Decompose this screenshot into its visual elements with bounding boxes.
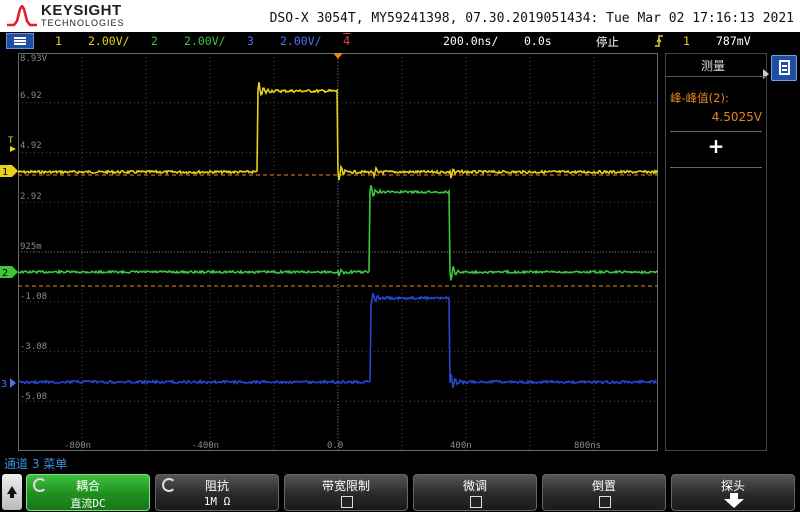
trigger-level-marker[interactable]: T [8,136,14,146]
coupling-label: 耦合 [75,479,100,493]
y-axis-label: 925m [20,242,42,252]
measurement-tab-icon[interactable] [771,55,797,81]
ch2-marker-arrow [12,266,18,278]
title-divider [666,76,766,77]
ch2-scale[interactable]: 2.00V/ [184,34,226,48]
fine-adjust-label: 微调 [462,479,487,493]
title-bar: KEYSIGHT TECHNOLOGIES DSO-X 3054T, MY592… [0,0,800,32]
trigger-position-marker[interactable] [333,53,343,59]
trigger-source[interactable]: 1 [683,34,690,48]
impedance-softkey[interactable]: 阻抗 1M Ω [155,474,279,511]
add-measurement-button[interactable]: + [666,134,766,160]
ch1-marker-label: 1 [2,167,8,178]
x-axis-label: 0.0 [327,441,343,451]
trigger-level-arrow [10,146,16,152]
menu-up-button[interactable] [2,474,22,510]
bandwidth-limit-label: 带宽限制 [321,479,370,493]
menu-icon [14,37,26,45]
x-axis-label: -400n [192,441,219,451]
graticule: 8.93V 6.92 4.92 2.92 925m -1.08 -3.08 -5.08 -80… [18,53,658,451]
ch1-scale[interactable]: 2.00V/ [88,34,130,48]
main-menu-button[interactable] [6,33,34,49]
logo-subtext: TECHNOLOGIES [41,18,125,28]
fine-adjust-softkey[interactable]: 微调 [413,474,537,511]
y-axis-label: 4.92 [20,141,42,151]
ch1-marker-arrow [12,165,18,177]
softkey-menu-title: 通道 3 菜单 [4,457,68,471]
timebase[interactable]: 200.0ns/ [443,34,498,48]
invert-checkbox[interactable] [599,496,611,508]
ch2-marker-label: 2 [2,268,8,279]
probe-softkey[interactable]: 探头 [671,474,795,511]
up-arrow-icon [7,486,17,498]
y-axis-label: 8.93V [20,54,48,64]
status-bar: 1 2.00V/ 2 2.00V/ 3 2.00V/ 4 200.0ns/ 0.… [0,32,800,50]
submenu-down-icon [724,493,744,508]
y-axis-label: 2.92 [20,192,42,202]
probe-label: 探头 [720,479,745,493]
document-icon [779,60,790,75]
y-axis-label: -5.08 [20,392,47,402]
logo-text: KEYSIGHT [41,2,122,19]
instrument-info: DSO-X 3054T, MY59241398, 07.30.201905143… [269,11,794,26]
ch3-marker-label[interactable]: 3 [1,379,7,390]
x-axis-label: -800n [64,441,91,451]
ch1-number[interactable]: 1 [55,34,62,48]
bandwidth-limit-checkbox[interactable] [341,496,353,508]
y-axis-labels: 8.93V 6.92 4.92 2.92 925m -1.08 -3.08 -5.08 [20,54,48,402]
y-axis-label: -1.08 [20,292,47,302]
run-state[interactable]: 停止 [596,34,619,50]
measurement-divider [670,131,762,132]
impedance-label: 阻抗 [204,479,229,493]
ch3-scale[interactable]: 2.00V/ [280,34,322,48]
measurement-label[interactable]: 峰-峰值(2): [670,90,729,106]
trigger-edge-icon [655,35,663,47]
y-axis-label: 6.92 [20,91,42,101]
right-panel: 测量 峰-峰值(2): 4.5025V + [661,51,800,451]
x-axis-labels: -800n -400n 0.0 400n 800ns [64,441,601,451]
ch3-marker-arrow [10,378,16,388]
softkey-bar: 耦合 直流DC 阻抗 1M Ω 带宽限制 微调 倒置 探头 [0,472,800,512]
measurement-panel: 测量 峰-峰值(2): 4.5025V + [665,53,769,451]
measurement-divider-bottom [670,167,762,168]
ch4-number[interactable]: 4 [343,34,350,48]
channel-markers[interactable]: T 1 2 3 [0,53,18,451]
waveform-display[interactable]: 8.93V 6.92 4.92 2.92 925m -1.08 -3.08 -5.08 -80… [18,53,658,451]
measurement-value: 4.5025V [711,110,762,124]
trigger-level[interactable]: 787mV [716,34,751,48]
x-axis-label: 400n [450,441,472,451]
keysight-logo: KEYSIGHT TECHNOLOGIES [6,2,136,30]
invert-softkey[interactable]: 倒置 [542,474,666,511]
keysight-wave-icon [7,5,37,27]
x-axis-label: 800ns [574,441,601,451]
ch3-number[interactable]: 3 [247,34,254,48]
measurement-panel-title[interactable]: 测量 [666,57,760,74]
ch2-number[interactable]: 2 [151,34,158,48]
invert-label: 倒置 [591,479,616,493]
bandwidth-limit-softkey[interactable]: 带宽限制 [284,474,408,511]
delay[interactable]: 0.0s [524,34,552,48]
coupling-softkey[interactable]: 耦合 直流DC [26,474,150,511]
y-axis-label: -3.08 [20,342,47,352]
fine-adjust-checkbox[interactable] [470,496,482,508]
coupling-value: 直流DC [70,497,106,510]
collapse-panel-icon[interactable] [763,69,769,79]
impedance-value: 1M Ω [203,495,231,508]
